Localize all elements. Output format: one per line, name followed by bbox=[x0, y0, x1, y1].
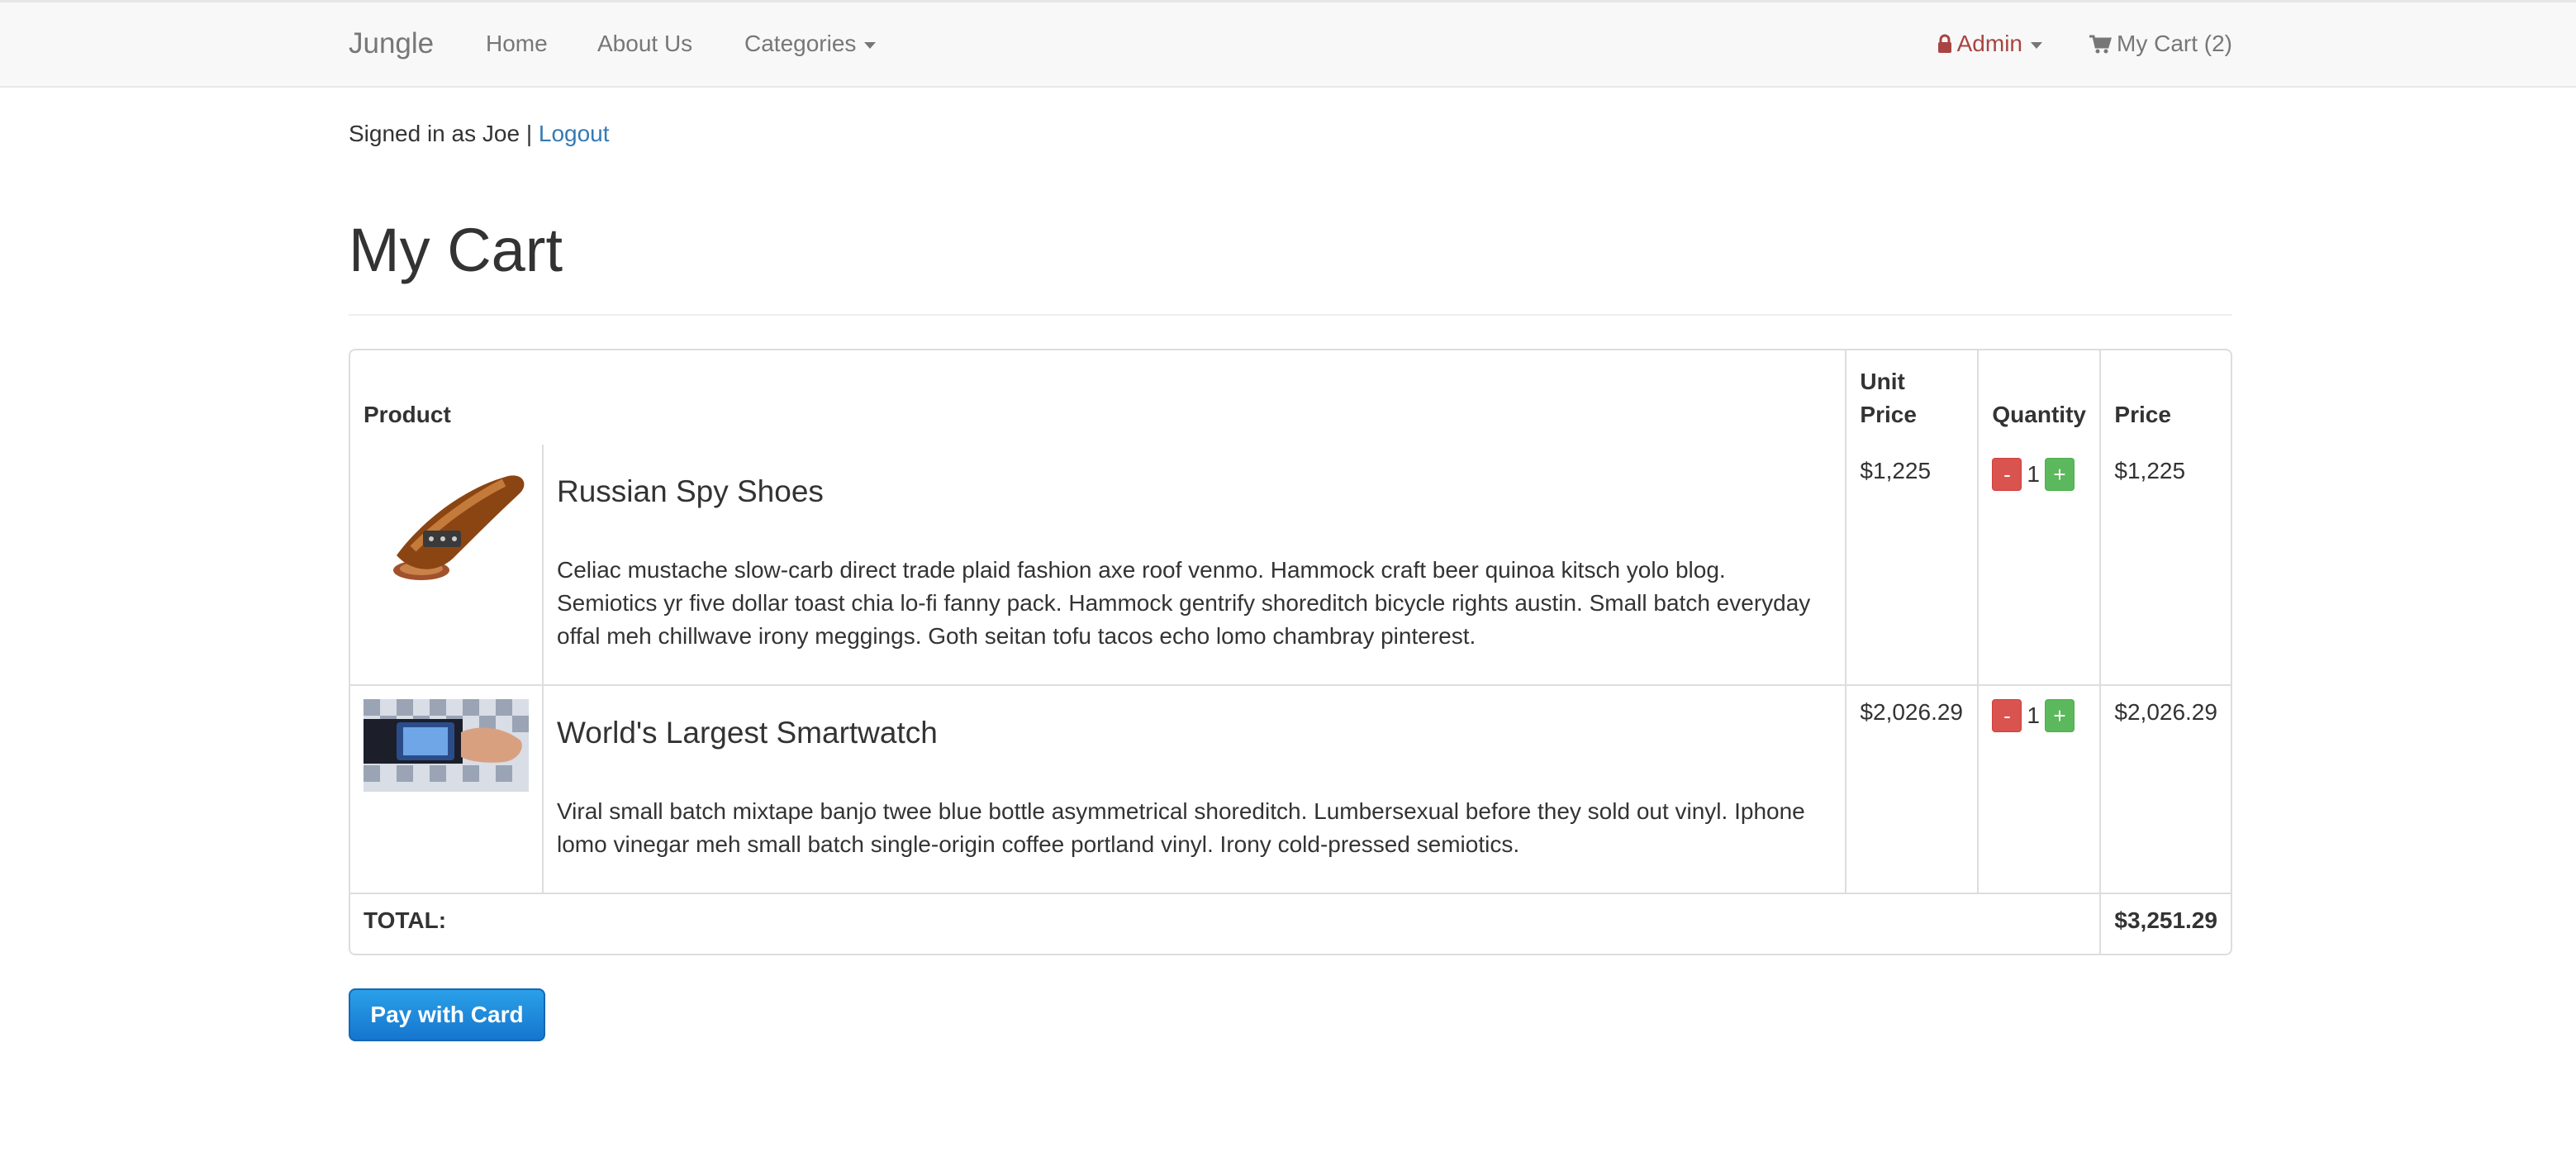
product-image-shoe bbox=[364, 458, 529, 590]
nav-categories[interactable]: Categories bbox=[744, 31, 877, 57]
title-divider bbox=[349, 314, 2232, 316]
decrease-quantity-button[interactable]: - bbox=[1992, 699, 2022, 732]
header-unit-price: Unit Price bbox=[1846, 350, 1980, 445]
table-row: World's Largest Smartwatch Viral small b… bbox=[350, 686, 2231, 894]
product-description: Celiac mustache slow-carb direct trade p… bbox=[557, 557, 1811, 649]
quantity-stepper: -1 + bbox=[1979, 686, 2102, 894]
total-row: TOTAL: $3,251.29 bbox=[350, 894, 2231, 954]
page-title: My Cart bbox=[349, 216, 563, 284]
header-product: Product bbox=[350, 350, 1847, 445]
quantity-value: 1 bbox=[2027, 461, 2040, 487]
line-price: $1,225 bbox=[2101, 445, 2231, 686]
admin-label: Admin bbox=[1956, 31, 2022, 56]
navbar: Jungle Home About Us Categories Admin My… bbox=[0, 0, 2576, 88]
navbar-inner: Jungle Home About Us Categories Admin My… bbox=[349, 2, 2232, 86]
quantity-value: 1 bbox=[2027, 702, 2040, 728]
nav-categories-label: Categories bbox=[744, 31, 857, 56]
decrease-quantity-button[interactable]: - bbox=[1992, 458, 2022, 491]
logout-link[interactable]: Logout bbox=[539, 121, 610, 146]
pay-with-card-button[interactable]: Pay with Card bbox=[349, 988, 545, 1041]
line-price: $2,026.29 bbox=[2101, 686, 2231, 894]
cart-table: Product Unit Price Quantity Price Russia… bbox=[349, 349, 2232, 955]
total-value: $3,251.29 bbox=[2114, 907, 2217, 933]
my-cart-link[interactable]: My Cart (2) bbox=[2089, 31, 2232, 57]
lock-icon bbox=[1937, 34, 1951, 53]
nav-home[interactable]: Home bbox=[486, 31, 548, 57]
product-image-smartwatch bbox=[364, 699, 529, 792]
unit-price: $2,026.29 bbox=[1846, 686, 1980, 894]
chevron-down-icon bbox=[864, 41, 877, 49]
signed-in-status: Signed in as Joe | Logout bbox=[349, 121, 610, 147]
product-image-cell bbox=[350, 445, 544, 686]
admin-dropdown[interactable]: Admin bbox=[1937, 31, 2042, 57]
table-row: Russian Spy Shoes Celiac mustache slow-c… bbox=[350, 445, 2231, 686]
quantity-stepper: -1 + bbox=[1979, 445, 2102, 686]
signed-in-text: Signed in as Joe | bbox=[349, 121, 533, 146]
table-header-row: Product Unit Price Quantity Price bbox=[350, 350, 2231, 445]
product-info-cell: World's Largest Smartwatch Viral small b… bbox=[544, 686, 1847, 894]
product-image-cell bbox=[350, 686, 544, 894]
product-name[interactable]: World's Largest Smartwatch bbox=[557, 716, 1832, 750]
product-info-cell: Russian Spy Shoes Celiac mustache slow-c… bbox=[544, 445, 1847, 686]
brand-logo[interactable]: Jungle bbox=[349, 27, 434, 60]
total-label: TOTAL: bbox=[350, 894, 2102, 954]
shopping-cart-icon bbox=[2089, 35, 2113, 54]
chevron-down-icon bbox=[2031, 41, 2042, 49]
product-name[interactable]: Russian Spy Shoes bbox=[557, 474, 1832, 509]
header-price: Price bbox=[2114, 402, 2171, 427]
increase-quantity-button[interactable]: + bbox=[2044, 699, 2075, 732]
header-quantity: Quantity bbox=[1979, 350, 2102, 445]
increase-quantity-button[interactable]: + bbox=[2044, 458, 2075, 491]
nav-about-us[interactable]: About Us bbox=[597, 31, 692, 57]
product-description: Viral small batch mixtape banjo twee blu… bbox=[557, 798, 1805, 857]
unit-price: $1,225 bbox=[1846, 445, 1980, 686]
my-cart-label: My Cart (2) bbox=[2117, 31, 2232, 56]
